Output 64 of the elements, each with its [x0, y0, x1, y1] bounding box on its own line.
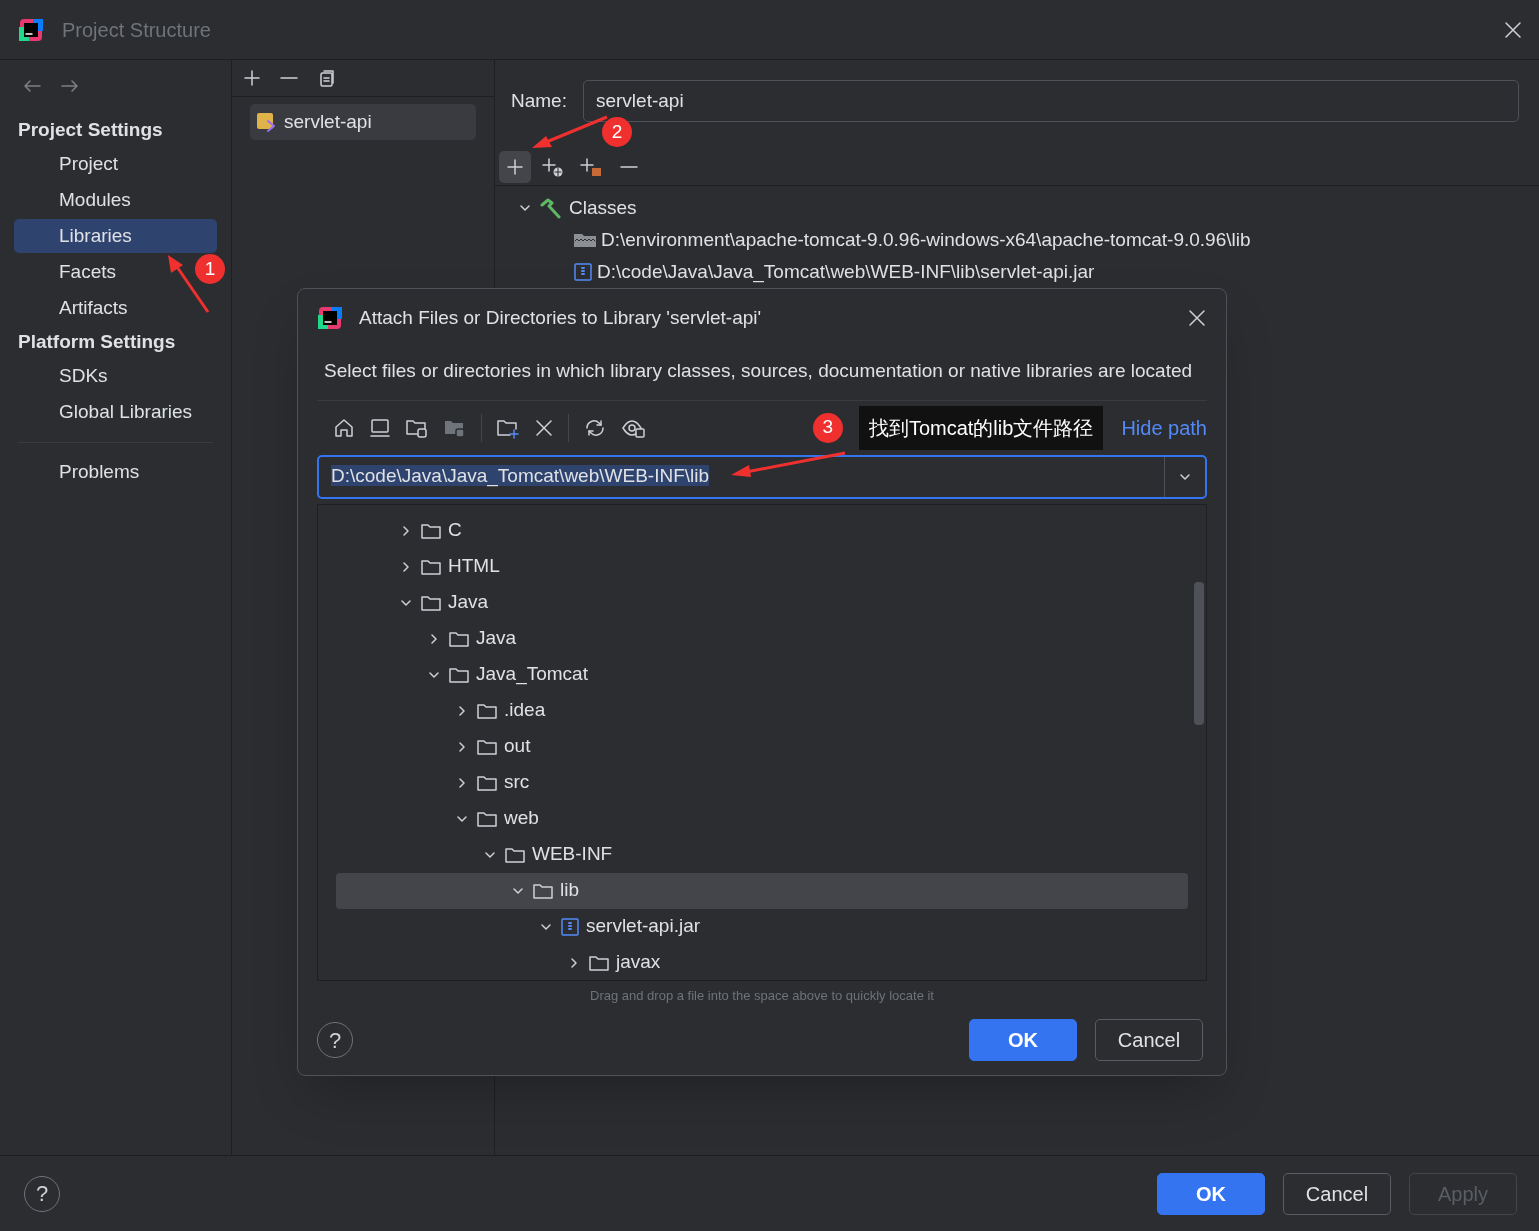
- close-icon[interactable]: [1187, 308, 1207, 328]
- add-icon[interactable]: [242, 68, 262, 88]
- tree-item[interactable]: HTML: [336, 548, 1188, 585]
- tree-item[interactable]: .idea: [336, 692, 1188, 729]
- jar-icon: [560, 916, 580, 937]
- section-heading: Platform Settings: [17, 329, 177, 354]
- folder-icon: [573, 231, 597, 249]
- tree-item[interactable]: Java_Tomcat: [336, 656, 1188, 693]
- app-logo-icon: [317, 305, 343, 331]
- tree-item[interactable]: javax: [336, 944, 1188, 980]
- dialog-title: Attach Files or Directories to Library 'servlet-api': [359, 305, 762, 330]
- annotation-badge: 1: [195, 254, 225, 284]
- ok-button[interactable]: OK: [969, 1019, 1077, 1061]
- desktop-icon[interactable]: [369, 416, 391, 439]
- dialog-description: Select files or directories in which library classes, sources, documentation or native libraries are located: [323, 359, 1194, 383]
- sidebar-item[interactable]: Libraries: [14, 219, 217, 253]
- sidebar-item[interactable]: Modules: [59, 183, 131, 217]
- home-icon[interactable]: [333, 416, 355, 439]
- remove-icon[interactable]: [280, 76, 298, 80]
- library-icon: [256, 111, 278, 133]
- toolbar-button[interactable]: [499, 150, 531, 183]
- tree-item[interactable]: Classes: [569, 193, 637, 223]
- ok-button[interactable]: OK: [1157, 1172, 1265, 1215]
- sidebar-item[interactable]: SDKs: [59, 359, 108, 393]
- name-field[interactable]: servlet-api: [582, 80, 1519, 122]
- annotation-badge: 2: [602, 117, 632, 147]
- sidebar-item[interactable]: Artifacts: [59, 291, 128, 325]
- hide-path-link[interactable]: Hide path: [1121, 412, 1207, 443]
- delete-icon[interactable]: [534, 417, 554, 438]
- dialog-button[interactable]: Cancel: [1095, 1019, 1203, 1061]
- add-folder-icon: [579, 155, 603, 178]
- tree-item[interactable]: Java: [336, 620, 1188, 657]
- tree-item[interactable]: web: [336, 800, 1188, 837]
- annotation-badge: 3: [812, 412, 843, 443]
- jar-icon: [573, 262, 593, 282]
- app-logo-icon: [18, 16, 44, 43]
- dialog-button[interactable]: Cancel: [1283, 1172, 1391, 1215]
- sidebar-item[interactable]: Facets: [59, 255, 117, 289]
- tree-item[interactable]: out: [336, 728, 1188, 765]
- tree-item[interactable]: servlet-api.jar: [336, 908, 1188, 945]
- tree-item[interactable]: D:\environment\apache-tomcat-9.0.96-windows-x64\apache-tomcat-9.0.96\lib: [601, 225, 1251, 255]
- sidebar-item[interactable]: Problems: [59, 455, 140, 489]
- sidebar-item[interactable]: Project: [59, 147, 119, 181]
- tree-item[interactable]: D:\code\Java\Java_Tomcat\web\WEB-INF\lib\servlet-api.jar: [597, 257, 1095, 287]
- path-field[interactable]: D:\code\Java\Java_Tomcat\web\WEB-INF\lib: [317, 454, 1207, 499]
- window-title: Project Structure: [62, 17, 211, 43]
- path-text: D:\code\Java\Java_Tomcat\web\WEB-INF\lib: [331, 465, 710, 487]
- tree-item[interactable]: WEB-INF: [336, 836, 1188, 873]
- tree-item[interactable]: src: [336, 764, 1188, 801]
- sidebar-item[interactable]: Global Libraries: [59, 395, 193, 429]
- add-globe-icon: [541, 155, 565, 178]
- hammer-icon: [539, 197, 563, 219]
- close-icon[interactable]: [1503, 19, 1523, 40]
- name-label: Name:: [511, 88, 567, 113]
- drop-hint: Drag and drop a file into the space above to quickly locate it: [589, 986, 935, 1005]
- remove-icon: [620, 164, 638, 169]
- annotation-note: 找到Tomcat的lib文件路径: [858, 405, 1104, 450]
- add-icon: [505, 156, 525, 177]
- scrollbar[interactable]: [1194, 581, 1204, 725]
- tree-item[interactable]: Java: [336, 584, 1188, 621]
- tree-item[interactable]: lib: [336, 872, 1188, 909]
- section-heading: Project Settings: [17, 117, 164, 142]
- tree-item[interactable]: C: [336, 512, 1188, 549]
- library-item[interactable]: servlet-api: [250, 104, 476, 140]
